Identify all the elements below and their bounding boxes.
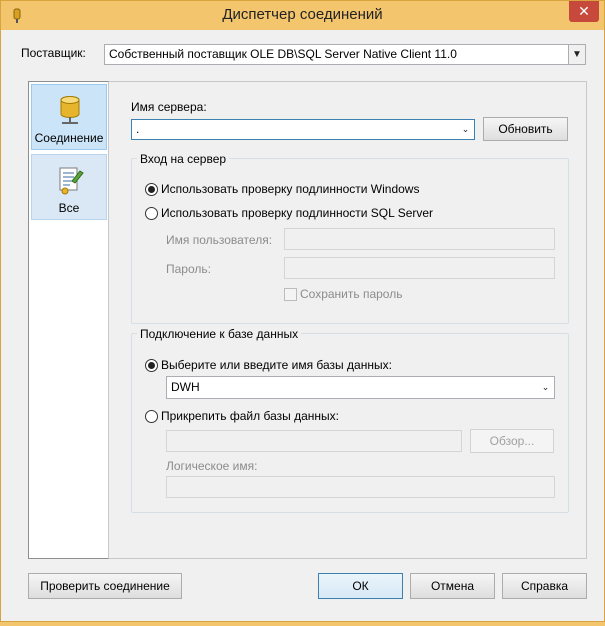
save-password-label[interactable]: Сохранить пароль: [300, 287, 402, 301]
database-name-combo[interactable]: DWH ⌄: [166, 376, 555, 399]
windows-auth-radio[interactable]: [145, 183, 158, 196]
select-database-radio[interactable]: [145, 359, 158, 372]
server-name-value[interactable]: .: [136, 122, 139, 136]
attach-file-radio[interactable]: [145, 410, 158, 423]
properties-icon: [59, 167, 84, 195]
chevron-down-icon[interactable]: ▼: [568, 45, 585, 64]
refresh-button[interactable]: Обновить: [483, 117, 568, 141]
database-icon: [60, 96, 80, 124]
help-button[interactable]: Справка: [502, 573, 587, 599]
database-group-title: Подключение к базе данных: [137, 327, 302, 341]
connection-manager-window: Диспетчер соединений ✕ Поставщик: Собств…: [0, 0, 605, 622]
title-bar[interactable]: Диспетчер соединений ✕: [1, 1, 604, 30]
username-field[interactable]: [284, 228, 555, 250]
window-title: Диспетчер соединений: [222, 6, 383, 23]
password-label: Пароль:: [166, 262, 211, 276]
browse-button[interactable]: Обзор...: [470, 429, 554, 453]
close-button[interactable]: ✕: [569, 1, 599, 22]
save-password-checkbox[interactable]: [284, 288, 297, 301]
logon-group-title: Вход на сервер: [137, 152, 230, 166]
provider-select[interactable]: Собственный поставщик OLE DB\SQL Server …: [104, 44, 586, 65]
attach-file-field[interactable]: [166, 430, 462, 452]
close-icon: ✕: [578, 3, 590, 19]
cancel-button[interactable]: Отмена: [410, 573, 495, 599]
test-connection-button[interactable]: Проверить соединение: [28, 573, 182, 599]
chevron-down-icon[interactable]: ⌄: [537, 377, 554, 398]
sql-auth-label[interactable]: Использовать проверку подлинности SQL Se…: [161, 206, 433, 220]
logical-name-field[interactable]: [166, 476, 555, 498]
database-name-value[interactable]: DWH: [171, 380, 200, 394]
page-item-connection-label: Соединение: [34, 131, 104, 145]
provider-label: Поставщик:: [21, 46, 86, 60]
chevron-down-icon[interactable]: ⌄: [457, 120, 474, 139]
page-list: Соединение Все: [28, 81, 109, 559]
select-database-label[interactable]: Выберите или введите имя базы данных:: [161, 358, 392, 372]
windows-auth-label[interactable]: Использовать проверку подлинности Window…: [161, 182, 419, 196]
logical-name-label: Логическое имя:: [166, 459, 258, 473]
server-name-label: Имя сервера:: [131, 100, 207, 114]
page-item-all-label: Все: [58, 201, 80, 215]
attach-file-label[interactable]: Прикрепить файл базы данных:: [161, 409, 339, 423]
ok-button[interactable]: ОК: [318, 573, 403, 599]
username-label: Имя пользователя:: [166, 233, 273, 247]
provider-value: Собственный поставщик OLE DB\SQL Server …: [109, 47, 457, 61]
page-item-connection[interactable]: Соединение: [31, 84, 107, 150]
sql-auth-radio[interactable]: [145, 207, 158, 220]
server-name-combo[interactable]: . ⌄: [131, 119, 475, 140]
page-item-all[interactable]: Все: [31, 154, 107, 220]
password-field[interactable]: [284, 257, 555, 279]
